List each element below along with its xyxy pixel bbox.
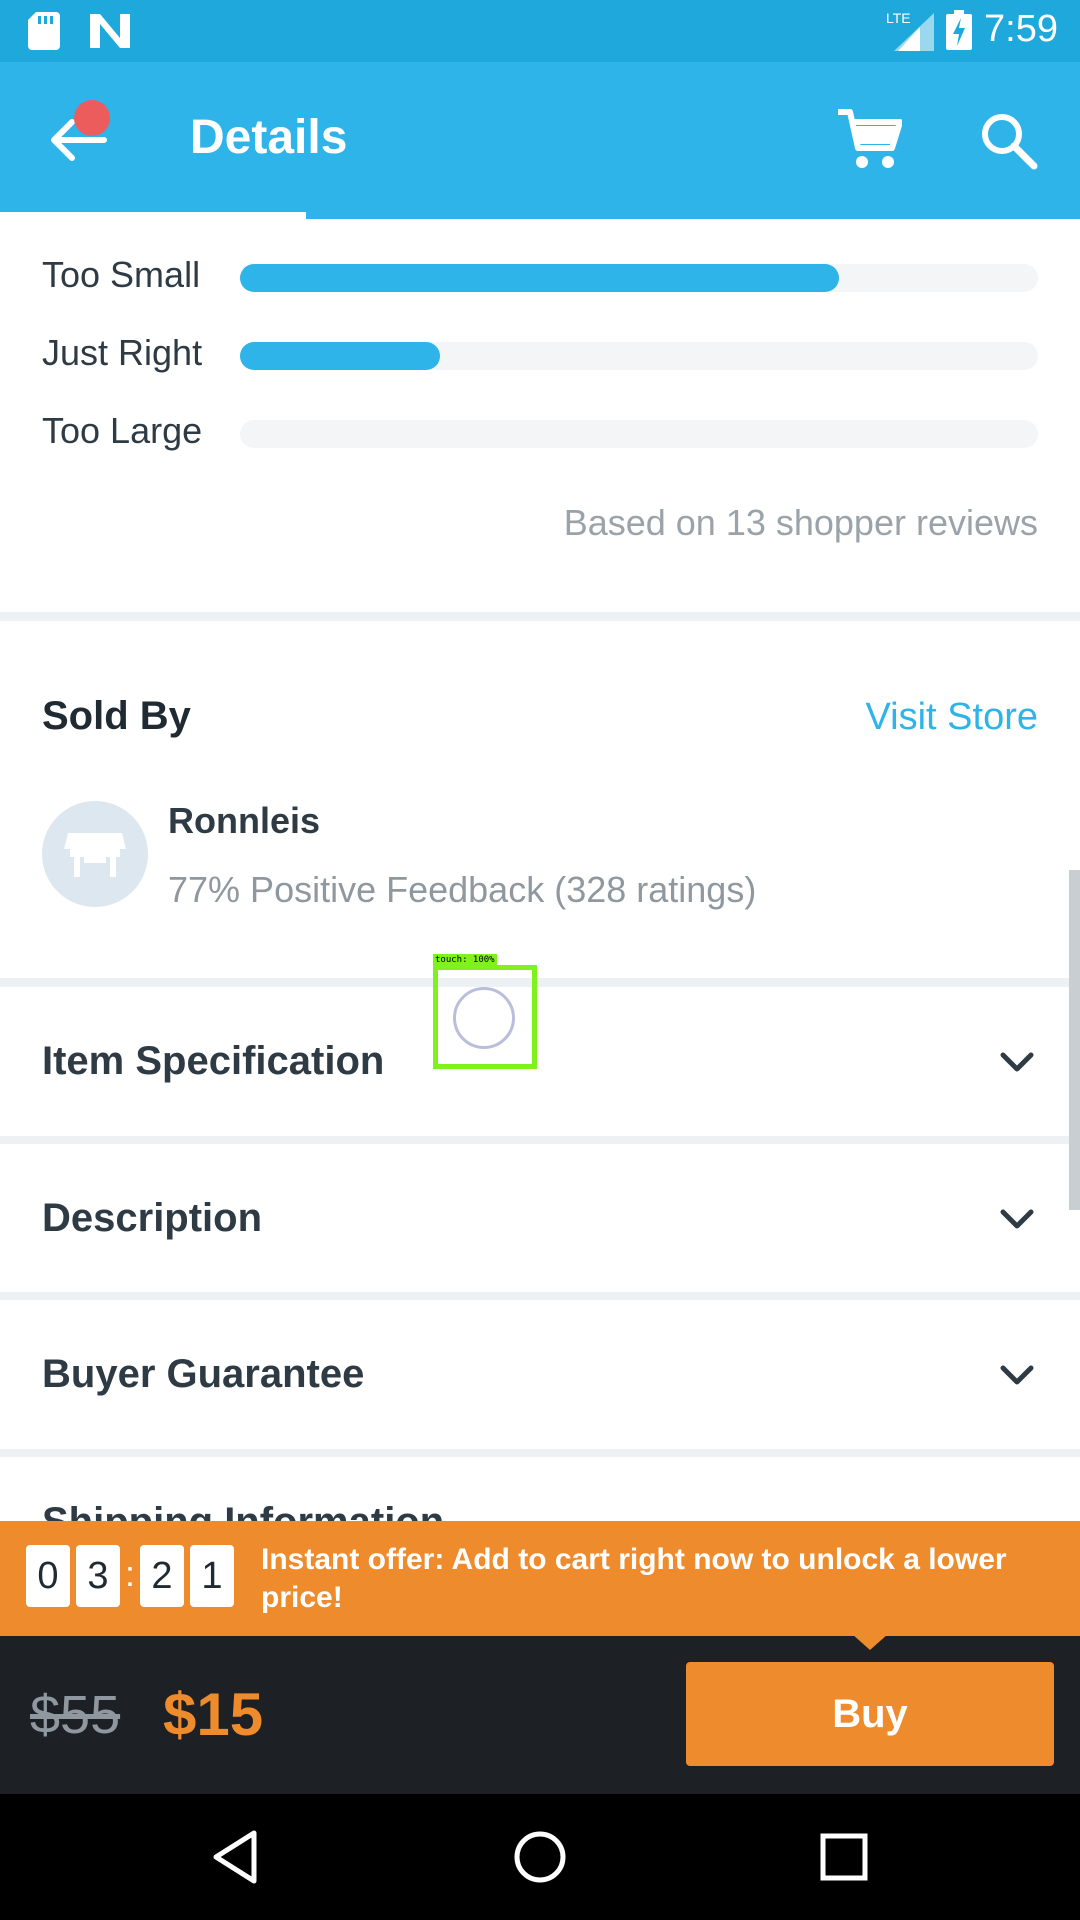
instant-offer-banner: 0 3 : 2 1 Instant offer: Add to cart rig… (0, 1521, 1080, 1636)
section-divider (0, 1136, 1080, 1144)
fit-row-too-large: Too Large (42, 404, 1038, 460)
touch-indicator-circle (453, 987, 515, 1049)
visit-store-link[interactable]: Visit Store (866, 696, 1038, 739)
home-circle-icon[interactable] (510, 1827, 570, 1887)
countdown-separator: : (125, 1553, 136, 1594)
sale-price: $15 (163, 1681, 264, 1748)
battery-charging-icon (946, 9, 973, 50)
fit-label: Too Small (42, 254, 201, 295)
original-price: $55 (30, 1685, 121, 1745)
seller-name[interactable]: Ronnleis (168, 800, 320, 842)
section-divider (0, 1292, 1080, 1300)
reviews-count-note: Based on 13 shopper reviews (563, 502, 1038, 543)
accordion-title: Buyer Guarantee (42, 1352, 365, 1396)
search-icon[interactable] (976, 108, 1040, 172)
n-logo-icon (90, 14, 130, 48)
back-triangle-icon[interactable] (206, 1827, 266, 1887)
storefront-icon (64, 833, 126, 877)
purchase-bar: $55 $15 Buy (0, 1636, 1080, 1794)
section-divider (0, 1449, 1080, 1457)
accordion-description[interactable]: Description (0, 1144, 1080, 1294)
chevron-down-icon[interactable] (997, 1356, 1037, 1396)
notification-dot (74, 100, 110, 136)
countdown-digit: 1 (190, 1545, 234, 1607)
fit-bar-fill (240, 264, 839, 292)
offer-text: Instant offer: Add to cart right now to … (261, 1543, 1007, 1614)
status-bar: LTE 7:59 (0, 0, 1080, 62)
buy-button[interactable]: Buy (686, 1662, 1054, 1766)
fit-bar-track (240, 420, 1038, 448)
accordion-title: Item Specification (42, 1039, 385, 1083)
countdown-digit: 2 (140, 1545, 184, 1607)
tab-indicator (0, 212, 306, 219)
countdown-digit: 3 (76, 1545, 120, 1607)
app-bar: Details (0, 62, 1080, 219)
section-divider (0, 612, 1080, 621)
seller-feedback: 77% Positive Feedback (328 ratings) (168, 869, 757, 910)
status-time: 7:59 (984, 8, 1058, 50)
accordion-buyer-guarantee[interactable]: Buyer Guarantee (0, 1300, 1080, 1450)
cart-icon[interactable] (836, 106, 902, 172)
fit-row-too-small: Too Small (42, 248, 1038, 304)
signal-icon: LTE (886, 10, 935, 51)
offer-pointer (852, 1634, 888, 1650)
chevron-down-icon[interactable] (997, 1043, 1037, 1083)
fit-bar-track (240, 342, 1038, 370)
fit-bar-track (240, 264, 1038, 292)
network-label: LTE (886, 10, 911, 26)
sold-by-heading: Sold By (42, 694, 191, 738)
countdown-digit: 0 (26, 1545, 70, 1607)
fit-row-just-right: Just Right (42, 326, 1038, 382)
accordion-title: Description (42, 1196, 263, 1240)
fit-bar-fill (240, 342, 440, 370)
recents-square-icon[interactable] (814, 1827, 874, 1887)
sd-card-icon (28, 12, 60, 50)
fit-label: Just Right (42, 332, 203, 373)
chevron-down-icon[interactable] (997, 1200, 1037, 1240)
accordion-item-specification[interactable]: Item Specification (0, 987, 1080, 1137)
page-title: Details (190, 111, 348, 164)
scrollbar[interactable] (1069, 870, 1080, 1210)
system-nav-bar (0, 1794, 1080, 1920)
store-avatar[interactable] (42, 801, 148, 907)
accordion-shipping-information[interactable]: Shipping Information (42, 1500, 444, 1522)
section-divider (0, 978, 1080, 987)
fit-label: Too Large (42, 410, 203, 451)
